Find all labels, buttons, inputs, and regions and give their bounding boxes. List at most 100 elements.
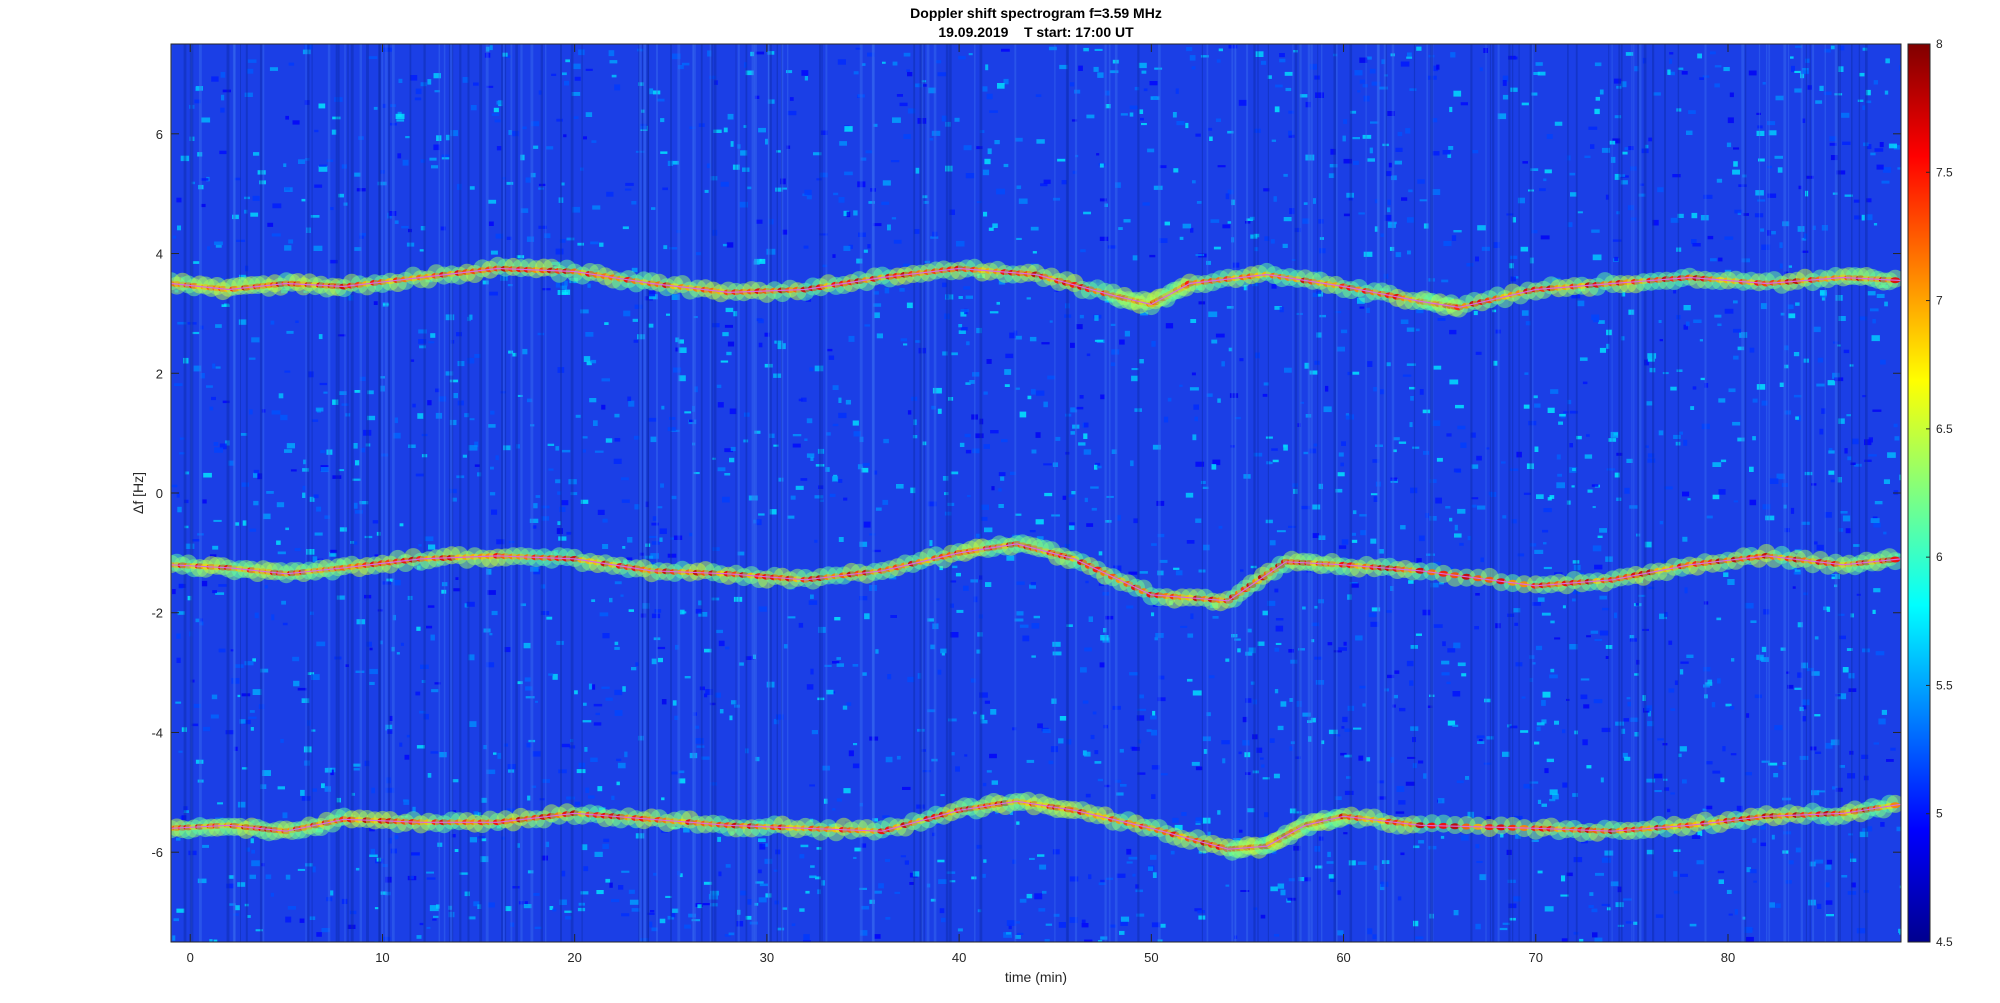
noise-speckle: [1680, 661, 1689, 664]
noise-speckle: [1479, 874, 1487, 881]
noise-speckle: [836, 657, 841, 660]
noise-speckle: [277, 551, 286, 555]
noise-speckle: [601, 686, 610, 689]
noise-speckle: [1090, 734, 1095, 740]
noise-speckle: [1760, 825, 1766, 830]
noise-speckle: [1343, 641, 1347, 646]
noise-speckle: [874, 312, 880, 319]
noise-speckle: [1808, 899, 1816, 906]
noise-speckle: [875, 649, 879, 654]
noise-speckle: [838, 197, 845, 203]
noise-speckle: [1319, 314, 1326, 318]
noise-speckle: [1691, 212, 1698, 219]
noise-speckle: [1697, 53, 1702, 59]
noise-speckle: [276, 540, 281, 545]
noise-speckle: [566, 531, 572, 535]
noise-speckle: [1449, 517, 1453, 522]
noise-speckle: [621, 477, 629, 481]
noise-speckle: [1670, 792, 1675, 795]
noise-speckle: [1094, 750, 1099, 755]
noise-speckle: [1369, 68, 1376, 74]
noise-speckle: [1150, 854, 1157, 860]
noise-speckle: [614, 689, 623, 696]
noise-speckle: [1752, 838, 1757, 843]
noise-speckle: [729, 457, 735, 463]
noise-speckle: [1720, 459, 1727, 463]
noise-speckle: [1857, 99, 1864, 102]
noise-speckle: [601, 378, 610, 382]
noise-speckle: [253, 500, 259, 506]
noise-speckle: [1441, 672, 1450, 676]
noise-speckle: [613, 458, 622, 464]
noise-speckle: [248, 357, 256, 360]
noise-speckle: [299, 918, 305, 923]
noise-speckle: [1478, 739, 1483, 742]
noise-speckle: [660, 483, 664, 488]
noise-speckle: [320, 450, 326, 454]
noise-speckle: [430, 634, 435, 641]
noise-speckle: [369, 668, 378, 675]
noise-speckle: [1417, 179, 1425, 184]
noise-speckle: [430, 333, 436, 338]
noise-speckle: [1717, 870, 1725, 874]
noise-speckle: [1777, 167, 1783, 173]
noise-speckle: [1582, 739, 1588, 746]
noise-speckle: [1699, 77, 1704, 80]
noise-speckle: [353, 502, 358, 509]
noise-speckle: [573, 63, 581, 70]
noise-speckle: [1686, 130, 1693, 135]
noise-speckle: [419, 922, 424, 926]
noise-speckle: [937, 669, 942, 675]
noise-speckle: [759, 883, 768, 887]
noise-speckle: [679, 609, 685, 615]
noise-speckle: [963, 585, 969, 591]
noise-speckle: [1452, 691, 1461, 697]
noise-speckle: [302, 492, 306, 498]
noise-speckle: [1189, 55, 1196, 61]
noise-speckle: [1173, 168, 1179, 173]
noise-speckle: [985, 582, 992, 587]
noise-speckle: [1441, 279, 1449, 283]
noise-speckle: [1142, 202, 1150, 206]
noise-speckle: [1731, 658, 1735, 662]
noise-speckle: [548, 673, 554, 676]
noise-speckle: [1660, 559, 1667, 563]
noise-speckle: [172, 589, 176, 595]
noise-speckle: [985, 64, 989, 71]
colorbar-tick-label: 7: [1936, 294, 1943, 308]
noise-speckle: [1116, 873, 1126, 878]
noise-speckle: [1405, 781, 1415, 786]
noise-speckle: [1100, 635, 1109, 641]
noise-speckle: [1327, 642, 1333, 646]
noise-speckle: [988, 227, 994, 231]
noise-speckle: [1684, 587, 1688, 594]
noise-speckle: [319, 164, 327, 167]
noise-speckle: [355, 460, 360, 466]
noise-speckle: [1036, 139, 1045, 144]
noise-speckle: [1357, 90, 1361, 93]
noise-speckle: [1622, 151, 1628, 155]
noise-speckle: [1676, 369, 1683, 372]
noise-speckle: [1899, 932, 1901, 935]
noise-speckle: [1225, 193, 1230, 200]
noise-speckle: [301, 198, 306, 202]
noise-speckle: [247, 59, 257, 63]
noise-speckle: [533, 893, 540, 896]
noise-speckle: [1326, 861, 1334, 864]
noise-speckle: [1606, 468, 1616, 471]
noise-speckle: [839, 141, 847, 146]
noise-speckle: [1359, 685, 1366, 689]
noise-speckle: [590, 241, 599, 245]
noise-speckle: [956, 609, 964, 613]
noise-speckle: [313, 494, 319, 499]
noise-speckle: [660, 151, 668, 154]
noise-speckle: [876, 333, 883, 339]
noise-speckle: [1659, 339, 1663, 342]
noise-speckle: [1659, 520, 1664, 525]
noise-speckle: [1455, 404, 1464, 409]
noise-speckle: [1342, 135, 1346, 142]
noise-speckle: [1085, 793, 1091, 798]
noise-speckle: [1718, 879, 1724, 884]
noise-speckle: [269, 67, 278, 71]
noise-speckle: [1771, 231, 1776, 235]
